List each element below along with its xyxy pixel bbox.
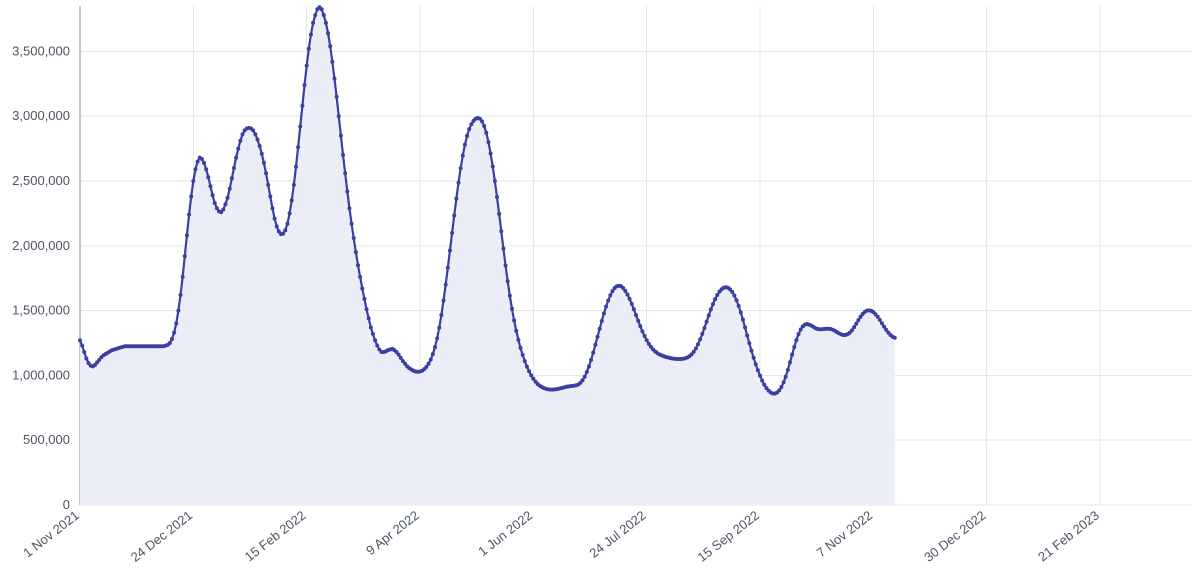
area-fill [80,7,895,505]
area-chart[interactable]: 0500,0001,000,0001,500,0002,000,0002,500… [0,0,1200,579]
y-tick-label: 1,500,000 [12,303,70,318]
x-tick-label: 30 Dec 2022 [921,508,988,565]
x-tick-label: 15 Feb 2022 [242,508,309,565]
x-tick-label: 24 Dec 2021 [128,508,195,565]
x-tick-label: 21 Feb 2023 [1035,508,1102,565]
y-tick-label: 2,000,000 [12,238,70,253]
x-tick-label: 9 Apr 2022 [363,508,422,559]
x-tick-label: 15 Sep 2022 [695,508,762,565]
x-tick-label: 7 Nov 2022 [814,508,876,561]
x-tick-label: 24 Jul 2022 [586,508,648,561]
x-tick-label: 1 Nov 2021 [20,508,82,561]
y-tick-label: 500,000 [23,432,70,447]
y-tick-label: 2,500,000 [12,173,70,188]
chart-container: 0500,0001,000,0001,500,0002,000,0002,500… [0,0,1200,579]
y-tick-label: 1,000,000 [12,367,70,382]
x-tick-label: 1 Jun 2022 [475,508,535,559]
y-tick-label: 3,000,000 [12,108,70,123]
y-tick-label: 3,500,000 [12,43,70,58]
